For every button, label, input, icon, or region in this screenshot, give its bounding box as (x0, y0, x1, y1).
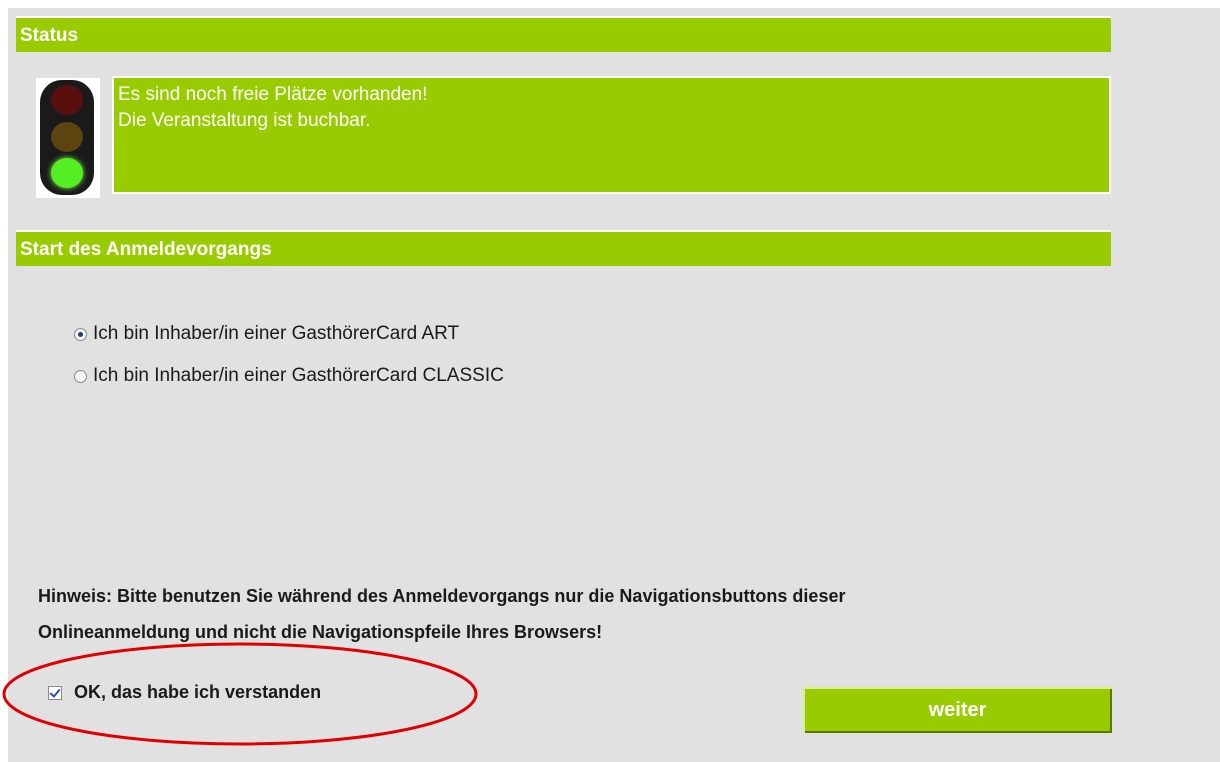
red-lamp (51, 85, 83, 115)
annotation-ellipse (2, 642, 478, 746)
status-message-line2: Die Veranstaltung ist buchbar. (118, 110, 371, 131)
highlight-ellipse (2, 642, 478, 746)
option-gasthoerercard-classic[interactable]: Ich bin Inhaber/in einer GasthörerCard C… (74, 365, 504, 387)
traffic-light-icon (36, 78, 100, 198)
radio-icon[interactable] (74, 369, 87, 383)
green-lamp (51, 158, 83, 188)
yellow-lamp (51, 122, 83, 152)
status-message-box: Es sind noch freie Plätze vorhanden! Die… (112, 76, 1111, 194)
status-header: Status (16, 16, 1111, 52)
status-title: Status (20, 25, 79, 46)
option-label: Ich bin Inhaber/in einer GasthörerCard A… (93, 323, 460, 344)
traffic-light-housing (40, 80, 94, 195)
registration-header: Start des Anmeldevorgangs (16, 230, 1111, 266)
option-gasthoerercard-art[interactable]: Ich bin Inhaber/in einer GasthörerCard A… (74, 323, 459, 345)
registration-title: Start des Anmeldevorgangs (20, 239, 272, 260)
weiter-button[interactable]: weiter (803, 687, 1112, 733)
status-message-line1: Es sind noch freie Plätze vorhanden! (118, 84, 428, 105)
notice-line1: Hinweis: Bitte benutzen Sie während des … (38, 586, 846, 606)
option-label: Ich bin Inhaber/in einer GasthörerCard C… (93, 365, 504, 386)
radio-icon[interactable] (74, 327, 87, 341)
